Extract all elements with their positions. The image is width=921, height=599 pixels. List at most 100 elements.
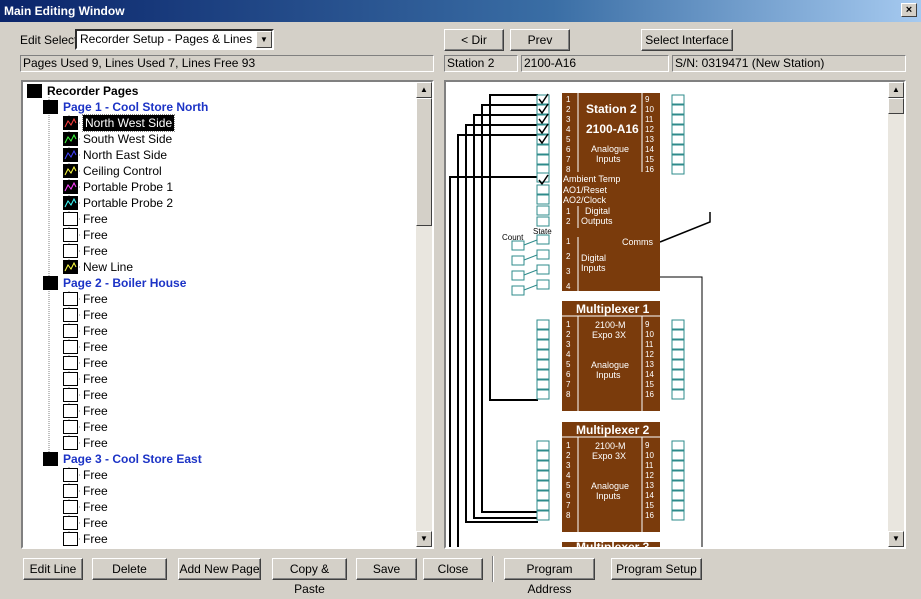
input-terminal: [671, 369, 685, 380]
copy-paste-button[interactable]: Copy & Paste: [272, 558, 347, 596]
terminal-number: 13: [645, 481, 654, 490]
window-title: Main Editing Window: [4, 4, 125, 18]
edit-select-value: Recorder Setup - Pages & Lines: [80, 32, 253, 46]
terminal-number: 4: [566, 125, 571, 134]
tree-line-label: Free: [83, 420, 108, 434]
input-terminal: [536, 490, 550, 501]
terminal-number: 14: [645, 370, 654, 379]
empty-line-icon: [63, 532, 78, 546]
input-terminal: [671, 124, 685, 135]
tree-page-label: Page 1 - Cool Store North: [63, 100, 209, 114]
diagram-label: Analogue: [591, 360, 629, 370]
diagram-label: Outputs: [581, 216, 613, 226]
tree-line-label: North West Side: [81, 114, 176, 132]
input-terminal: [671, 339, 685, 350]
terminal-number: 15: [645, 380, 654, 389]
scroll-up-icon[interactable]: ▲: [416, 82, 432, 98]
input-terminal: [671, 440, 685, 451]
input-terminal: [671, 490, 685, 501]
trend-wave-icon: [64, 165, 77, 176]
input-terminal: [536, 379, 550, 390]
recorder-pages-tree[interactable]: Recorder Pages Page 1 - Cool Store North…: [21, 80, 434, 549]
input-terminal: [671, 379, 685, 390]
input-terminal: [671, 114, 685, 125]
state-terminal: [536, 234, 550, 245]
state-terminal: [536, 279, 550, 290]
trend-line-icon: [63, 196, 78, 210]
delete-button[interactable]: Delete: [92, 558, 167, 580]
station-diagram[interactable]: Station 2 2100-A16 Analogue Inputs 1 9 2 10 3 11 4…: [444, 80, 906, 549]
trend-line-icon: [63, 260, 78, 274]
wire: [465, 124, 538, 523]
add-new-page-button[interactable]: Add New Page: [178, 558, 261, 580]
empty-line-icon: [63, 516, 78, 530]
terminal-number: 12: [645, 350, 654, 359]
scroll-down-icon[interactable]: ▼: [888, 531, 904, 547]
empty-line-icon: [63, 228, 78, 242]
scroll-up-icon[interactable]: ▲: [888, 82, 904, 98]
tree-line-label: Ceiling Control: [83, 164, 162, 178]
terminal-number: 7: [566, 380, 571, 389]
terminal-number: 3: [566, 340, 571, 349]
output-terminal: [536, 205, 550, 216]
terminal-number: 12: [645, 125, 654, 134]
wire: [449, 176, 538, 547]
edit-line-button[interactable]: Edit Line: [23, 558, 83, 580]
empty-line-icon: [63, 356, 78, 370]
empty-line-icon: [63, 244, 78, 258]
tree-page-label: Page 3 - Cool Store East: [63, 452, 202, 466]
diagram-label: Expo 3X: [592, 451, 626, 461]
terminal-number: 6: [566, 370, 571, 379]
input-terminal: [671, 460, 685, 471]
terminal-number: 8: [566, 390, 571, 399]
close-button[interactable]: Close: [423, 558, 483, 580]
input-terminal: [536, 339, 550, 350]
input-terminal: [536, 154, 550, 165]
prev-button[interactable]: Prev: [510, 29, 570, 51]
wire: [659, 212, 711, 243]
terminal-number: 1: [566, 320, 571, 329]
diagram-label: AO2/Clock: [563, 195, 607, 205]
terminal-number: 16: [645, 165, 654, 174]
input-terminal: [536, 319, 550, 330]
model-field: 2100-A16: [521, 55, 669, 72]
trend-wave-icon: [64, 261, 77, 272]
select-interface-button[interactable]: Select Interface: [641, 29, 733, 51]
recorder-page-icon: [43, 452, 58, 466]
output-terminal: [536, 184, 550, 195]
count-terminal: [511, 285, 525, 296]
input-terminal: [671, 94, 685, 105]
terminal-number: 7: [566, 501, 571, 510]
terminal-number: 9: [645, 95, 650, 104]
terminal-number: 11: [645, 340, 654, 349]
input-terminal: [536, 359, 550, 370]
input-terminal: [671, 329, 685, 340]
tree-line-label: Portable Probe 1: [83, 180, 174, 194]
program-address-button[interactable]: Program Address: [504, 558, 595, 596]
tree-line-label: Free: [83, 436, 108, 450]
tree-scrollbar[interactable]: ▲ ▼: [416, 82, 432, 547]
tree-scroll-thumb[interactable]: [416, 98, 432, 226]
diagram-scroll-thumb[interactable]: [888, 98, 904, 114]
terminal-number: 16: [645, 511, 654, 520]
chevron-down-icon[interactable]: ▼: [256, 31, 272, 48]
input-terminal: [671, 510, 685, 521]
trend-line-icon: [63, 164, 78, 178]
terminal-number: 1: [566, 441, 571, 450]
diagram-scrollbar[interactable]: ▲ ▼: [888, 82, 904, 547]
dir-button[interactable]: < Dir: [444, 29, 504, 51]
wire: [457, 134, 538, 547]
trend-line-icon: [63, 180, 78, 194]
tree-line-label: New Line: [83, 260, 134, 274]
edit-select-dropdown[interactable]: Recorder Setup - Pages & Lines ▼: [75, 29, 274, 50]
scroll-down-icon[interactable]: ▼: [416, 531, 432, 547]
program-setup-button[interactable]: Program Setup: [611, 558, 702, 580]
diagram-label: Digital: [585, 206, 610, 216]
input-terminal: [671, 154, 685, 165]
wiring-diagram: Station 22100-A16AnalogueInputs1 92 103 114…: [449, 93, 711, 547]
window-close-button[interactable]: ×: [901, 3, 917, 17]
empty-line-icon: [63, 308, 78, 322]
tree-line-label: South West Side: [83, 132, 173, 146]
save-button[interactable]: Save: [356, 558, 417, 580]
input-terminal: [671, 144, 685, 155]
